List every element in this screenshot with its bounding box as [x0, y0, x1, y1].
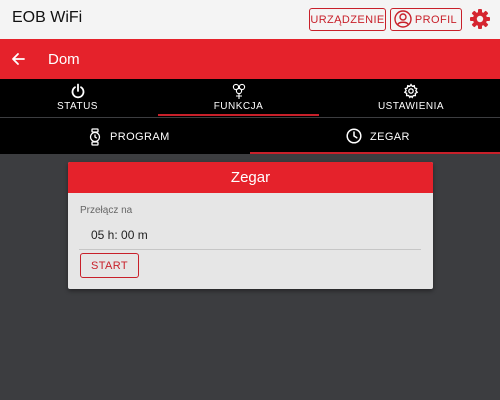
app-title: EOB WiFi	[12, 9, 83, 26]
tab-status-label: STATUS	[57, 101, 98, 112]
subtab-clock-label: ZEGAR	[370, 131, 410, 143]
tab-function-label: FUNKCJA	[213, 101, 264, 112]
back-arrow-icon[interactable]	[10, 51, 26, 67]
clock-card: Zegar Przełącz na 05 h: 00 m START	[68, 162, 433, 289]
tab-settings-label: USTAWIENIA	[377, 101, 445, 112]
time-value[interactable]: 05 h: 00 m	[91, 228, 148, 242]
subtab-program-label: PROGRAM	[110, 131, 170, 143]
power-icon	[71, 83, 84, 99]
subtab-clock[interactable]: ZEGAR	[250, 118, 500, 154]
tab-settings[interactable]: USTAWIENIA	[322, 79, 500, 117]
start-button[interactable]: START	[80, 253, 139, 278]
subtab-program[interactable]: PROGRAM	[0, 118, 250, 154]
main-tabs: STATUS FUNKCJA USTAWIENIA	[0, 79, 500, 117]
tab-status[interactable]: STATUS	[0, 79, 155, 117]
watch-icon	[89, 128, 101, 146]
switch-to-label: Przełącz na	[80, 205, 133, 216]
card-title: Zegar	[68, 162, 433, 193]
sub-tabs: PROGRAM ZEGAR	[0, 118, 500, 154]
clock-icon	[346, 128, 362, 144]
settings-gear-icon[interactable]	[469, 8, 491, 30]
profile-button-label: PROFIL	[414, 13, 458, 26]
gear-icon	[403, 83, 419, 99]
field-divider	[79, 249, 421, 250]
profile-button[interactable]: PROFIL	[390, 8, 462, 31]
tab-function[interactable]: FUNKCJA	[155, 79, 322, 117]
location-title: Dom	[48, 51, 80, 68]
navigation-bar: Dom	[0, 39, 500, 79]
top-bar: EOB WiFi URZĄDZENIE PROFIL	[0, 0, 500, 39]
user-icon	[394, 10, 412, 28]
device-button[interactable]: URZĄDZENIE	[309, 8, 386, 31]
function-icon	[232, 83, 245, 99]
